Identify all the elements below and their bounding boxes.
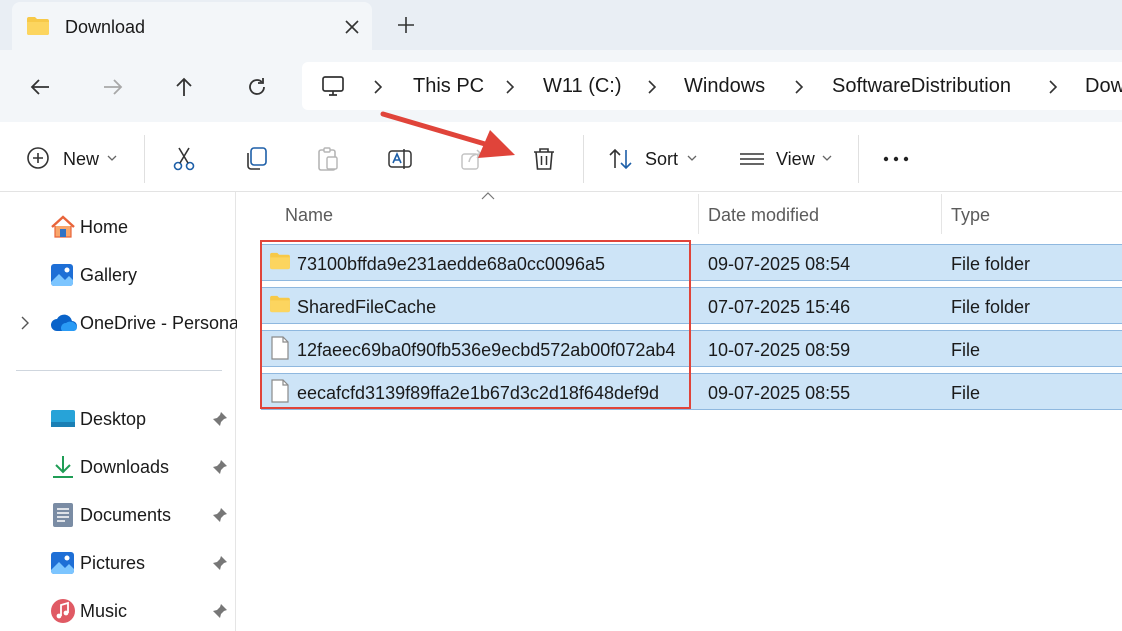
back-arrow-icon[interactable] — [28, 75, 52, 99]
navigation-bar: This PC W11 (C:) Windows SoftwareDistrib… — [0, 50, 1122, 122]
sidebar-item-onedrive[interactable]: OneDrive - Persona — [0, 307, 239, 339]
tab-title: Download — [65, 17, 146, 37]
chevron-right-icon — [374, 80, 383, 94]
pin-icon[interactable] — [212, 507, 228, 523]
new-button[interactable]: New — [63, 149, 99, 170]
sidebar-item-music[interactable]: Music — [0, 595, 236, 627]
chevron-right-icon — [1049, 80, 1058, 94]
rename-icon[interactable] — [387, 146, 413, 172]
sidebar-item-downloads[interactable]: Downloads — [0, 451, 236, 483]
sort-button[interactable]: Sort — [645, 149, 678, 170]
breadcrumb-this-pc[interactable]: This PC — [413, 75, 484, 98]
share-icon[interactable] — [459, 146, 485, 172]
toolbar-divider — [858, 135, 859, 183]
breadcrumb-drive[interactable]: W11 (C:) — [543, 75, 622, 98]
file-type: File — [951, 383, 981, 403]
onedrive-icon — [51, 314, 78, 331]
desktop-icon — [51, 410, 75, 427]
file-row[interactable]: 12faeec69ba0f90fb536e9ecbd572ab00f072ab4… — [261, 330, 1122, 367]
file-row[interactable]: 73100bffda9e231aedde68a0cc0096a5 09-07-2… — [261, 244, 1122, 281]
file-name: eecafcfd3139f89ffa2e1b67d3c2d18f648def9d — [297, 383, 660, 403]
toolbar-divider — [144, 135, 145, 183]
column-header-type[interactable]: Type — [941, 192, 1122, 236]
sort-icon[interactable] — [608, 146, 634, 172]
column-header-date[interactable]: Date modified — [698, 192, 941, 236]
navigation-pane: Home Gallery OneDrive - Persona Desktop … — [0, 192, 239, 631]
sidebar-item-gallery[interactable]: Gallery — [0, 259, 236, 291]
chevron-right-icon — [795, 80, 804, 94]
folder-icon — [27, 17, 49, 35]
file-icon — [271, 379, 289, 403]
folder-icon — [270, 295, 290, 313]
sidebar-item-desktop[interactable]: Desktop — [0, 403, 236, 435]
tab-download[interactable]: Download — [12, 2, 372, 50]
downloads-icon — [53, 456, 73, 478]
file-row[interactable]: SharedFileCache 07-07-2025 15:46 File fo… — [261, 287, 1122, 324]
breadcrumb-download[interactable]: Download — [1085, 75, 1122, 98]
file-date: 09-07-2025 08:54 — [708, 254, 851, 274]
paste-icon[interactable] — [315, 146, 341, 172]
copy-icon[interactable] — [243, 146, 269, 172]
file-date: 07-07-2025 15:46 — [708, 297, 851, 317]
command-bar: New Sort View — [0, 122, 1122, 192]
address-bar[interactable]: This PC W11 (C:) Windows SoftwareDistrib… — [302, 62, 1122, 110]
home-icon — [51, 215, 75, 238]
pin-icon[interactable] — [212, 459, 228, 475]
forward-arrow-icon[interactable] — [101, 75, 125, 99]
file-list: Name Date modified Type 73100bffda9e231a… — [237, 192, 1122, 631]
toolbar-divider — [583, 135, 584, 183]
chevron-right-icon — [648, 80, 657, 94]
pin-icon[interactable] — [212, 603, 228, 619]
breadcrumb-softwaredistribution[interactable]: SoftwareDistribution — [832, 75, 1011, 98]
file-name: 73100bffda9e231aedde68a0cc0096a5 — [297, 254, 605, 274]
sidebar-item-home[interactable]: Home — [0, 211, 236, 243]
chevron-right-icon[interactable] — [20, 316, 30, 330]
more-options-icon[interactable] — [883, 146, 909, 172]
pin-icon[interactable] — [212, 555, 228, 571]
refresh-icon[interactable] — [245, 75, 269, 99]
close-icon[interactable] — [342, 17, 362, 37]
column-header-name[interactable]: Name — [261, 192, 698, 236]
music-icon — [51, 599, 75, 623]
sidebar-item-documents[interactable]: Documents — [0, 499, 236, 531]
tab-strip: Download — [0, 0, 1122, 50]
documents-icon — [53, 503, 73, 527]
file-type: File folder — [951, 254, 1031, 274]
plus-icon[interactable] — [396, 15, 416, 35]
sidebar-item-pictures[interactable]: Pictures — [0, 547, 236, 579]
chevron-down-icon[interactable] — [822, 155, 832, 162]
chevron-down-icon[interactable] — [107, 155, 117, 162]
new-plus-circle-icon[interactable] — [26, 146, 50, 170]
file-icon — [271, 336, 289, 360]
file-date: 09-07-2025 08:55 — [708, 383, 851, 403]
chevron-down-icon[interactable] — [687, 155, 697, 162]
computer-icon — [322, 76, 344, 96]
pin-icon[interactable] — [212, 411, 228, 427]
gallery-icon — [51, 264, 73, 286]
view-button[interactable]: View — [776, 149, 815, 170]
file-name: 12faeec69ba0f90fb536e9ecbd572ab00f072ab4 — [297, 340, 676, 360]
file-row[interactable]: eecafcfd3139f89ffa2e1b67d3c2d18f648def9d… — [261, 373, 1122, 410]
file-name: SharedFileCache — [297, 297, 437, 317]
file-type: File folder — [951, 297, 1031, 317]
view-icon[interactable] — [739, 146, 765, 172]
file-date: 10-07-2025 08:59 — [708, 340, 851, 360]
cut-icon[interactable] — [171, 146, 197, 172]
chevron-right-icon — [506, 80, 515, 94]
file-type: File — [951, 340, 981, 360]
folder-icon — [270, 252, 290, 270]
up-arrow-icon[interactable] — [172, 75, 196, 99]
pictures-icon — [51, 552, 74, 574]
sidebar-divider — [16, 370, 222, 371]
breadcrumb-windows[interactable]: Windows — [684, 75, 765, 98]
delete-trash-icon[interactable] — [531, 146, 557, 172]
